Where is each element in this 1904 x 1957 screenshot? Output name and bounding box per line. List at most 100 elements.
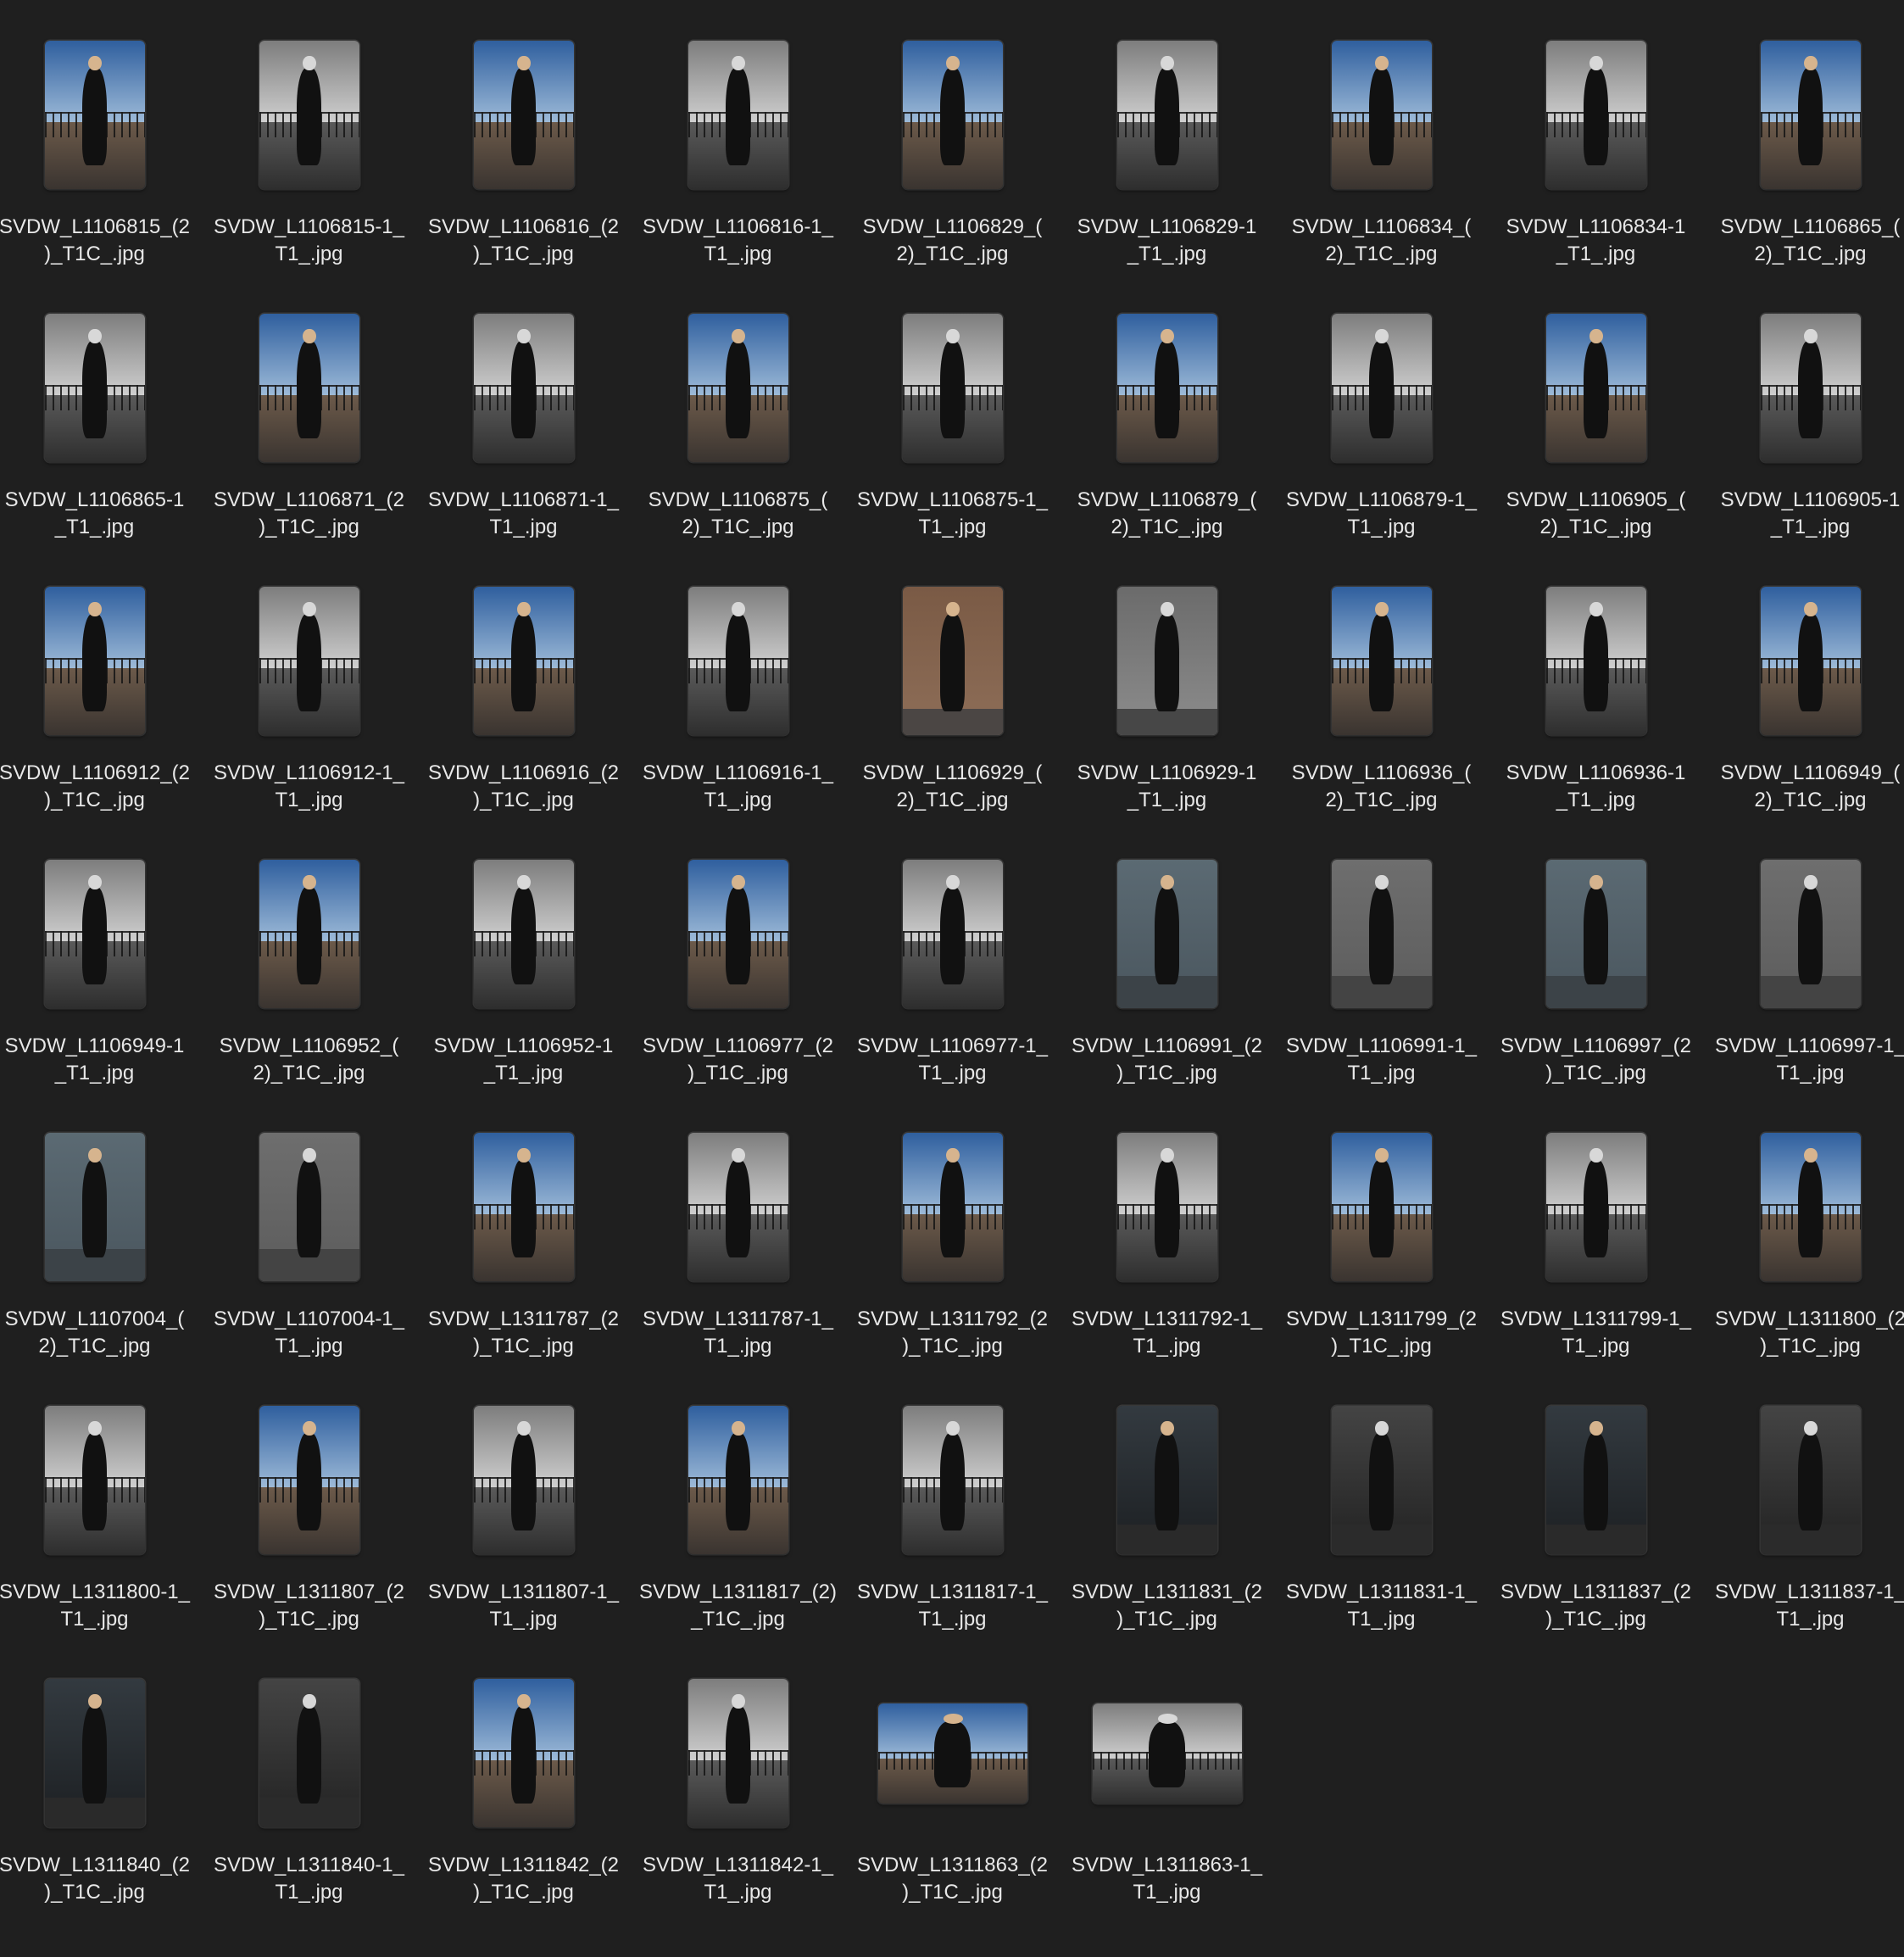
image-thumbnail[interactable] [1092, 1703, 1242, 1804]
image-thumbnail[interactable] [44, 314, 145, 462]
file-item[interactable]: SVDW_L1106929-1 _T1_.jpg [1060, 546, 1274, 811]
file-item[interactable]: SVDW_L1106865_(2)_T1C_.jpg [1703, 0, 1904, 265]
file-item[interactable]: SVDW_L1106952_(2)_T1C_.jpg [202, 819, 416, 1084]
image-thumbnail[interactable] [902, 1133, 1003, 1281]
file-item[interactable]: SVDW_L1106834-1 _T1_.jpg [1489, 0, 1703, 265]
image-thumbnail[interactable] [688, 1679, 788, 1827]
image-thumbnail[interactable] [1760, 1133, 1861, 1281]
file-item[interactable]: SVDW_L1106871-1_ T1_.jpg [416, 273, 631, 538]
image-thumbnail[interactable] [688, 41, 788, 189]
image-thumbnail[interactable] [259, 587, 359, 735]
file-item[interactable]: SVDW_L1106977-1_ T1_.jpg [845, 819, 1060, 1084]
file-item[interactable]: SVDW_L1311817-1_ T1_.jpg [845, 1365, 1060, 1631]
image-thumbnail[interactable] [688, 314, 788, 462]
image-thumbnail[interactable] [44, 1679, 145, 1827]
file-item[interactable]: SVDW_L1311807_(2)_T1C_.jpg [202, 1365, 416, 1631]
image-thumbnail[interactable] [1545, 1133, 1646, 1281]
file-item[interactable]: SVDW_L1311799_(2)_T1C_.jpg [1274, 1092, 1489, 1358]
file-item[interactable]: SVDW_L1106865-1 _T1_.jpg [0, 273, 202, 538]
image-thumbnail[interactable] [44, 1133, 145, 1281]
file-item[interactable]: SVDW_L1106816_(2)_T1C_.jpg [416, 0, 631, 265]
image-thumbnail[interactable] [473, 587, 574, 735]
file-item[interactable]: SVDW_L1106991_(2)_T1C_.jpg [1060, 819, 1274, 1084]
file-item[interactable]: SVDW_L1106829_(2)_T1C_.jpg [845, 0, 1060, 265]
file-item[interactable]: SVDW_L1106879_(2)_T1C_.jpg [1060, 273, 1274, 538]
image-thumbnail[interactable] [1116, 587, 1217, 735]
file-item[interactable]: SVDW_L1106936_(2)_T1C_.jpg [1274, 546, 1489, 811]
image-thumbnail[interactable] [1116, 1133, 1217, 1281]
file-item[interactable]: SVDW_L1106936-1 _T1_.jpg [1489, 546, 1703, 811]
image-thumbnail[interactable] [259, 860, 359, 1008]
file-item[interactable]: SVDW_L1106815_(2)_T1C_.jpg [0, 0, 202, 265]
image-thumbnail[interactable] [1331, 314, 1432, 462]
file-item[interactable]: SVDW_L1311840-1_ T1_.jpg [202, 1638, 416, 1904]
image-thumbnail[interactable] [1545, 41, 1646, 189]
file-item[interactable]: SVDW_L1106829-1 _T1_.jpg [1060, 0, 1274, 265]
image-thumbnail[interactable] [1545, 314, 1646, 462]
image-thumbnail[interactable] [1760, 860, 1861, 1008]
file-item[interactable]: SVDW_L1106997-1_ T1_.jpg [1703, 819, 1904, 1084]
image-thumbnail[interactable] [473, 1406, 574, 1554]
file-item[interactable]: SVDW_L1311792_(2)_T1C_.jpg [845, 1092, 1060, 1358]
file-item[interactable]: SVDW_L1311792-1_ T1_.jpg [1060, 1092, 1274, 1358]
file-item[interactable]: SVDW_L1106997_(2)_T1C_.jpg [1489, 819, 1703, 1084]
image-thumbnail[interactable] [902, 314, 1003, 462]
file-item[interactable]: SVDW_L1106991-1_ T1_.jpg [1274, 819, 1489, 1084]
image-thumbnail[interactable] [473, 1133, 574, 1281]
image-thumbnail[interactable] [1331, 860, 1432, 1008]
image-thumbnail[interactable] [473, 314, 574, 462]
image-thumbnail[interactable] [902, 41, 1003, 189]
file-item[interactable]: SVDW_L1106952-1 _T1_.jpg [416, 819, 631, 1084]
image-thumbnail[interactable] [473, 1679, 574, 1827]
image-thumbnail[interactable] [259, 41, 359, 189]
image-thumbnail[interactable] [1331, 41, 1432, 189]
image-thumbnail[interactable] [1760, 314, 1861, 462]
image-thumbnail[interactable] [688, 1133, 788, 1281]
image-thumbnail[interactable] [1545, 860, 1646, 1008]
image-thumbnail[interactable] [1545, 1406, 1646, 1554]
image-thumbnail[interactable] [902, 1406, 1003, 1554]
file-item[interactable]: SVDW_L1106816-1_ T1_.jpg [631, 0, 845, 265]
file-item[interactable]: SVDW_L1311842_(2)_T1C_.jpg [416, 1638, 631, 1904]
image-thumbnail[interactable] [1331, 1406, 1432, 1554]
file-item[interactable]: SVDW_L1311840_(2)_T1C_.jpg [0, 1638, 202, 1904]
file-item[interactable]: SVDW_L1106905-1 _T1_.jpg [1703, 273, 1904, 538]
image-thumbnail[interactable] [688, 860, 788, 1008]
file-item[interactable]: SVDW_L1106815-1_ T1_.jpg [202, 0, 416, 265]
image-thumbnail[interactable] [1760, 587, 1861, 735]
file-item[interactable]: SVDW_L1106879-1_ T1_.jpg [1274, 273, 1489, 538]
image-thumbnail[interactable] [688, 587, 788, 735]
file-item[interactable]: SVDW_L1311800-1_ T1_.jpg [0, 1365, 202, 1631]
image-thumbnail[interactable] [1116, 314, 1217, 462]
image-thumbnail[interactable] [902, 587, 1003, 735]
file-item[interactable]: SVDW_L1311787-1_ T1_.jpg [631, 1092, 845, 1358]
image-thumbnail[interactable] [1545, 587, 1646, 735]
file-item[interactable]: SVDW_L1106916_(2)_T1C_.jpg [416, 546, 631, 811]
file-item[interactable]: SVDW_L1106977_(2)_T1C_.jpg [631, 819, 845, 1084]
image-thumbnail[interactable] [259, 1679, 359, 1827]
image-thumbnail[interactable] [1760, 1406, 1861, 1554]
image-thumbnail[interactable] [259, 1133, 359, 1281]
file-item[interactable]: SVDW_L1311831-1_ T1_.jpg [1274, 1365, 1489, 1631]
file-item[interactable]: SVDW_L1106949_(2)_T1C_.jpg [1703, 546, 1904, 811]
image-thumbnail[interactable] [1116, 860, 1217, 1008]
image-thumbnail[interactable] [44, 1406, 145, 1554]
image-thumbnail[interactable] [259, 1406, 359, 1554]
image-thumbnail[interactable] [44, 41, 145, 189]
file-item[interactable]: SVDW_L1106871_(2)_T1C_.jpg [202, 273, 416, 538]
file-item[interactable]: SVDW_L1106905_(2)_T1C_.jpg [1489, 273, 1703, 538]
file-item[interactable]: SVDW_L1311863_(2)_T1C_.jpg [845, 1638, 1060, 1904]
file-item[interactable]: SVDW_L1106875_(2)_T1C_.jpg [631, 273, 845, 538]
file-item[interactable]: SVDW_L1311837_(2)_T1C_.jpg [1489, 1365, 1703, 1631]
image-thumbnail[interactable] [44, 860, 145, 1008]
image-thumbnail[interactable] [1116, 1406, 1217, 1554]
file-item[interactable]: SVDW_L1106875-1_ T1_.jpg [845, 273, 1060, 538]
file-item[interactable]: SVDW_L1107004_(2)_T1C_.jpg [0, 1092, 202, 1358]
image-thumbnail[interactable] [902, 860, 1003, 1008]
file-item[interactable]: SVDW_L1106834_(2)_T1C_.jpg [1274, 0, 1489, 265]
image-thumbnail[interactable] [259, 314, 359, 462]
file-item[interactable]: SVDW_L1106916-1_ T1_.jpg [631, 546, 845, 811]
file-item[interactable]: SVDW_L1311807-1_ T1_.jpg [416, 1365, 631, 1631]
image-thumbnail[interactable] [688, 1406, 788, 1554]
image-thumbnail[interactable] [473, 860, 574, 1008]
